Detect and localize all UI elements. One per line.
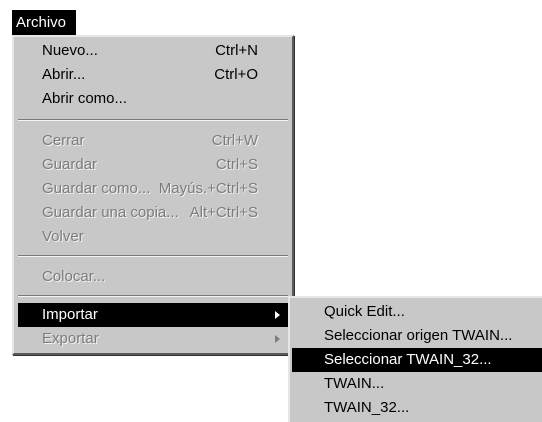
menu-item-abrir[interactable]: Abrir... Ctrl+O [18,63,288,87]
menu-item-label: Seleccionar origen TWAIN... [324,327,513,344]
menu-item-abrir-como[interactable]: Abrir como... [18,87,288,111]
menu-item-nuevo[interactable]: Nuevo... Ctrl+N [18,39,288,63]
menu-item-volver: Volver [18,225,288,249]
menu-item-shortcut: Mayús.+Ctrl+S [158,180,258,197]
menu-item-label: TWAIN_32... [324,399,410,416]
menu-item-shortcut: Ctrl+W [211,132,258,149]
menu-item-label: Quick Edit... [324,303,405,320]
menu-item-shortcut: Alt+Ctrl+S [189,204,258,221]
import-submenu: Quick Edit... Seleccionar origen TWAIN..… [288,296,542,422]
menu-item-cerrar: Cerrar Ctrl+W [18,129,288,153]
menu-item-label: Guardar [42,156,98,173]
menu-item-guardar: Guardar Ctrl+S [18,153,288,177]
file-menu: Nuevo... Ctrl+N Abrir... Ctrl+O Abrir co… [12,35,294,355]
menu-item-colocar: Colocar... [18,265,288,289]
menu-item-label: Guardar una copia... [42,204,179,221]
menu-item-label: Cerrar [42,132,85,149]
menu-item-guardar-como: Guardar como... Mayús.+Ctrl+S [18,177,288,201]
submenu-item-twain-32[interactable]: TWAIN_32... [292,396,542,420]
menu-item-label: Volver [42,228,84,245]
menu-separator [18,255,288,257]
submenu-item-seleccionar-twain-32[interactable]: Seleccionar TWAIN_32... [292,348,542,372]
menu-separator [18,119,288,121]
menu-item-label: Seleccionar TWAIN_32... [324,351,492,368]
menu-item-shortcut: Ctrl+N [215,42,258,59]
menu-item-shortcut: Ctrl+S [215,156,258,173]
menu-item-exportar: Exportar [18,327,288,351]
menu-item-label: Exportar [42,330,99,347]
menu-separator [18,295,288,297]
submenu-arrow-icon [275,335,280,343]
submenu-arrow-icon [275,311,280,319]
menu-item-label: Nuevo... [42,42,98,59]
menu-item-guardar-copia: Guardar una copia... Alt+Ctrl+S [18,201,288,225]
menu-item-importar[interactable]: Importar [18,303,288,327]
menu-item-label: TWAIN... [324,375,385,392]
submenu-item-twain[interactable]: TWAIN... [292,372,542,396]
menu-item-shortcut: Ctrl+O [214,66,258,83]
submenu-item-quick-edit[interactable]: Quick Edit... [292,300,542,324]
menu-item-label: Colocar... [42,268,106,285]
menu-item-label: Guardar como... [42,180,151,197]
menu-item-label: Abrir como... [42,90,128,107]
menu-archivo[interactable]: Archivo [12,10,76,35]
submenu-item-seleccionar-origen-twain[interactable]: Seleccionar origen TWAIN... [292,324,542,348]
menu-item-label: Abrir... [42,66,86,83]
menu-item-label: Importar [42,306,98,323]
